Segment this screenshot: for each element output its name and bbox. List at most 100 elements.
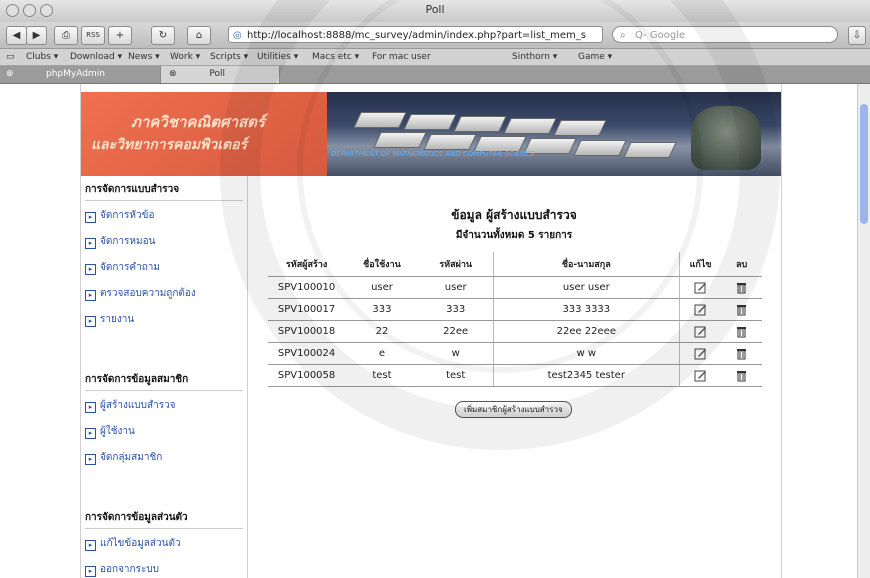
sidebar-item-users[interactable]: ▸ ผู้ใช้งาน [85, 424, 135, 439]
record-count: มีจำนวนทั้งหมด 5 รายการ [455, 230, 573, 241]
sidebar-item-verify[interactable]: ▸ ตรวจสอบความถูกต้อง [85, 286, 196, 301]
cell-id: SPV100018 [268, 320, 346, 343]
edit-icon [694, 326, 707, 338]
main-content: ข้อมูล ผู้สร้างแบบสำรวจ มีจำนวนทั้งหมด 5… [247, 176, 781, 578]
arrow-box-icon: ▸ [85, 428, 96, 439]
search-field[interactable]: ⌕ Q- Google [612, 26, 838, 43]
search-placeholder: Q- Google [635, 30, 686, 41]
bookmark-item[interactable]: For mac user [372, 49, 431, 65]
arrow-box-icon: ▸ [85, 290, 96, 301]
globe-icon: ◎ [233, 30, 242, 41]
column-header: แก้ไข [679, 252, 722, 277]
edit-button[interactable] [679, 342, 722, 365]
bookmarks-bar: ▭ Clubs ▾ Download ▾ News ▾ Work ▾ Scrip… [0, 49, 870, 66]
download-button[interactable]: ⇩ [848, 26, 866, 45]
scrollbar-thumb[interactable] [860, 104, 868, 224]
delete-button[interactable] [721, 342, 762, 365]
edit-button[interactable] [679, 320, 722, 343]
bookmarks-icon[interactable]: ▭ [6, 49, 15, 65]
url-field[interactable]: ◎ http://localhost:8888/mc_survey/admin/… [228, 26, 603, 43]
table-row: SPV100058 test test test2345 tester [268, 364, 762, 387]
cell-id: SPV100010 [268, 276, 346, 299]
url-text: http://localhost:8888/mc_survey/admin/in… [247, 30, 586, 41]
column-header: รหัสผู้สร้าง [268, 252, 346, 277]
bookmark-item[interactable]: Game ▾ [578, 49, 612, 65]
sidebar-item-member-groups[interactable]: ▸ จัดกลุ่มสมาชิก [85, 450, 162, 465]
cell-fullname: user user [492, 276, 680, 299]
tab-poll[interactable]: ⊗ Poll [160, 66, 280, 83]
tab-close-icon[interactable]: ⊗ [169, 69, 177, 79]
window-title: Poll [425, 3, 445, 16]
sidebar-item-report[interactable]: ▸ รายงาน [85, 312, 134, 327]
cell-id: SPV100024 [268, 342, 346, 365]
edit-icon [694, 348, 707, 360]
tab-phpmyadmin[interactable]: phpMyAdmin [46, 66, 156, 83]
cell-username: 333 [345, 298, 419, 321]
vertical-scrollbar[interactable] [857, 84, 870, 578]
site-container: ภาควิชาคณิตศาสตร์ และวิทยาการคอมพิวเตอร์… [80, 84, 782, 578]
edit-button[interactable] [679, 276, 722, 299]
bookmark-item[interactable]: Scripts ▾ [210, 49, 248, 65]
column-header: ลบ [721, 252, 762, 277]
tab-bar: ⊗ phpMyAdmin ⊗ Poll [0, 66, 870, 84]
rss-button[interactable]: RSS [81, 26, 105, 45]
cell-username: 22 [345, 320, 419, 343]
home-button[interactable]: ⌂ [187, 26, 211, 45]
page-title: ข้อมูล ผู้สร้างแบบสำรวจ [451, 208, 577, 222]
sidebar-item-sections[interactable]: ▸ จัดการหมอน [85, 234, 155, 249]
edit-icon [694, 304, 707, 316]
arrow-box-icon: ▸ [85, 212, 96, 223]
arrow-box-icon: ▸ [85, 238, 96, 249]
trash-icon [737, 371, 747, 382]
forward-button[interactable]: ▶ [26, 26, 47, 45]
column-header: ชื่อ-นามสกุล [492, 252, 680, 277]
cell-password: 333 [418, 298, 494, 321]
edit-button[interactable] [679, 364, 722, 387]
bookmark-item[interactable]: News ▾ [128, 49, 160, 65]
arrow-box-icon: ▸ [85, 402, 96, 413]
add-bookmark-button[interactable]: + [108, 26, 132, 45]
delete-button[interactable] [721, 276, 762, 299]
cell-password: user [418, 276, 494, 299]
browser-toolbar: ◀ ▶ ⎙ RSS + ↻ ⌂ ◎ http://localhost:8888/… [0, 22, 870, 49]
delete-button[interactable] [721, 298, 762, 321]
bookmark-item[interactable]: Utilities ▾ [257, 49, 298, 65]
bookmark-item[interactable]: Clubs ▾ [26, 49, 58, 65]
cell-fullname: 22ee 22eee [492, 320, 680, 343]
cell-username: test [345, 364, 419, 387]
edit-button[interactable] [679, 298, 722, 321]
arrow-box-icon: ▸ [85, 454, 96, 465]
banner-title: ภาควิชาคณิตศาสตร์ และวิทยาการคอมพิวเตอร์ [81, 92, 327, 176]
arrow-box-icon: ▸ [85, 566, 96, 577]
trash-icon [737, 349, 747, 360]
cell-fullname: test2345 tester [492, 364, 680, 387]
delete-button[interactable] [721, 320, 762, 343]
sidebar-section-title: การจัดการแบบสำรวจ [85, 182, 243, 201]
delete-button[interactable] [721, 364, 762, 387]
sidebar-item-topics[interactable]: ▸ จัดการหัวข้อ [85, 208, 154, 223]
table-row: SPV100017 333 333 333 3333 [268, 298, 762, 321]
bookmark-item[interactable]: Macs etc ▾ [312, 49, 359, 65]
tab-close-icon[interactable]: ⊗ [6, 66, 14, 83]
sidebar-item-survey-creators[interactable]: ▸ ผู้สร้างแบบสำรวจ [85, 398, 176, 413]
cell-id: SPV100058 [268, 364, 346, 387]
cell-id: SPV100017 [268, 298, 346, 321]
bookmark-item[interactable]: Sinthorn ▾ [512, 49, 557, 65]
reload-button[interactable]: ↻ [151, 26, 175, 45]
trash-icon [737, 305, 747, 316]
banner-caption: DEPARTMENT OF MATHEMATICS AND COMPUTER S… [331, 150, 535, 158]
cell-fullname: w w [492, 342, 680, 365]
statue-image [691, 106, 761, 170]
print-button[interactable]: ⎙ [54, 26, 78, 45]
cell-password: 22ee [418, 320, 494, 343]
add-survey-creator-button[interactable]: เพิ่มสมาชิกผู้สร้างแบบสำรวจ [455, 401, 572, 418]
sidebar-item-logout[interactable]: ▸ ออกจากระบบ [85, 562, 159, 577]
back-button[interactable]: ◀ [6, 26, 27, 45]
arrow-box-icon: ▸ [85, 316, 96, 327]
banner-line-1: ภาควิชาคณิตศาสตร์ [131, 113, 265, 131]
search-icon: ⌕ [620, 30, 626, 41]
sidebar-item-questions[interactable]: ▸ จัดการคำถาม [85, 260, 160, 275]
sidebar-item-edit-profile[interactable]: ▸ แก้ไขข้อมูลส่วนตัว [85, 536, 181, 551]
bookmark-item[interactable]: Work ▾ [170, 49, 200, 65]
bookmark-item[interactable]: Download ▾ [70, 49, 122, 65]
